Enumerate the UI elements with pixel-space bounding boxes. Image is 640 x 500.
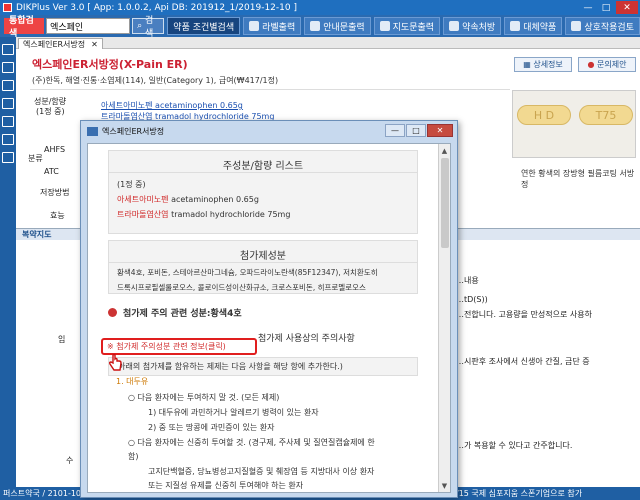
guide-icon — [379, 21, 390, 31]
gear-icon[interactable] — [2, 152, 14, 163]
close-button[interactable]: ✕ — [616, 1, 638, 14]
document-tab-bar: 엑스페인ER서방정 ✕ — [16, 37, 640, 49]
toolbar: 통합검색 ⌕ 검색 약품 조건별검색 라벨출력 안내문출력 지도문출력 약속처방… — [0, 15, 640, 39]
list-line-2: 1) 대두유에 과민하거나 알레르기 병력이 있는 환자 — [148, 408, 319, 417]
notice-icon — [310, 21, 321, 31]
pill-icon — [449, 21, 460, 31]
dialog-title: 엑스페인ER서방정 — [102, 126, 165, 136]
list-line-6: 고지단백혈증, 당뇨병성고지질혈증 및 췌장염 등 지방대사 이상 환자 — [148, 467, 375, 476]
list-line-7: 또는 지질성 유제를 신중히 투여해야 하는 환자 — [148, 481, 304, 490]
notice-print-button[interactable]: 안내문출력 — [304, 17, 371, 35]
status-left: 퍼스트약국 / 2101-10- — [3, 489, 84, 498]
scroll-down-icon[interactable]: ▼ — [439, 480, 450, 491]
drug-title: 엑스페인ER서방정(X-Pain ER) — [32, 58, 188, 71]
ingredient-item-1: 아세트아미노펜 acetaminophen 0.65g — [117, 195, 259, 204]
atc-label: ATC — [44, 167, 59, 176]
ingredient-dialog: 엑스페인ER서방정 — □ ✕ 주성분/함량 리스트 (1정 중) 아세트아미노… — [80, 120, 458, 498]
ingredient-item-2: 트라마돌염산염 tramadol hydrochloride 75mg — [117, 210, 291, 219]
ingredient-count: (1정 중) — [36, 107, 65, 116]
menu-icon[interactable] — [2, 44, 14, 55]
guide-print-button[interactable]: 지도문출력 — [373, 17, 441, 35]
search-button[interactable]: ⌕ 검색 — [132, 16, 165, 39]
bg-text-4: …시판후 조사에서 신생아 간질, 금단 증 — [456, 357, 590, 366]
precaution-description: (아래의 첨가제를 함유하는 제제는 다음 사항을 해당 항에 추가한다.) — [108, 357, 418, 376]
chat-icon: ● — [587, 60, 598, 69]
window-title: DIKPlus Ver 3.0 [ App: 1.0.0.2, Api DB: … — [16, 2, 297, 13]
ingredient-card-title: 주성분/함량 리스트 — [109, 151, 417, 173]
promise-prescription-button[interactable]: 약속처방 — [443, 17, 502, 35]
list-line-4: ○ 다음 환자에는 신중히 투여할 것. (경구제, 주사제 및 질연질캡슐제에… — [128, 438, 375, 447]
tab-close-icon[interactable]: ✕ — [91, 40, 98, 49]
additive-card: 첨가제성분 황색4호, 포비돈, 스테아르산마그네슘, 오파드라이노란색(85F… — [108, 240, 418, 294]
dialog-close-button[interactable]: ✕ — [427, 124, 453, 137]
bg-text-3: …전합니다. 고용량을 만성적으로 사용하 — [456, 310, 592, 319]
additive-line-1: 황색4호, 포비돈, 스테아르산마그네슘, 오파드라이노란색(85F12347)… — [117, 268, 378, 277]
list-line-5: 함) — [128, 452, 139, 461]
ingredient-link-1[interactable]: 아세트아미노펜 acetaminophen 0.65g — [101, 100, 243, 111]
app-icon — [3, 3, 12, 12]
pill-description: 연한 황색의 장방형 필름코팅 서방정 — [521, 169, 635, 189]
precaution-title: 첨가제 사용상의 주의사항 — [258, 334, 355, 344]
label-icon — [249, 21, 260, 31]
class-label: 분류 — [28, 154, 43, 163]
bg-label-1: 임 — [58, 335, 66, 344]
additive-line-2: 드록시프로필셀룰로오스, 콜로이드성이산화규소, 크로스포비돈, 히프로멜로오스 — [117, 283, 366, 292]
condition-search-button[interactable]: 약품 조건별검색 — [167, 17, 241, 35]
search-icon: ⌕ — [137, 21, 145, 31]
guide-section-label[interactable]: 복약지도 — [22, 229, 51, 240]
document-icon[interactable] — [2, 134, 14, 145]
grid-icon: ▦ — [523, 60, 534, 69]
storage-label: 저장방법 — [40, 188, 70, 197]
warning-icon — [108, 308, 117, 317]
pill-image: H D T75 — [512, 90, 636, 158]
monitor-icon[interactable] — [2, 116, 14, 127]
list-line-3: 2) 중 또는 땅콩에 과민증이 있는 환자 — [148, 423, 275, 432]
hand-cursor-icon — [108, 354, 122, 371]
bg-label-2: 수 — [66, 456, 74, 465]
scroll-up-icon[interactable]: ▲ — [439, 145, 450, 156]
scroll-thumb[interactable] — [441, 158, 449, 248]
dialog-maximize-button[interactable]: □ — [406, 124, 426, 137]
alternative-drug-button[interactable]: 대체약품 — [504, 17, 563, 35]
list-heading: 1. 대두유 — [116, 377, 149, 386]
book-icon[interactable] — [2, 80, 14, 91]
integrated-search-tab[interactable]: 통합검색 — [4, 16, 45, 39]
additive-info-link[interactable]: ※ 첨가제 주의성분 관련 정보(클릭) — [101, 338, 257, 355]
list-line-1: ○ 다음 환자에는 투여하지 말 것. (모든 제제) — [128, 393, 280, 402]
drug-subtitle: (주)한독, 해열·진통·소염제(114), 일반(Category 1), 급… — [32, 76, 279, 85]
maximize-button[interactable]: □ — [598, 1, 614, 14]
inquiry-button[interactable]: ● 문의제안 — [578, 57, 636, 72]
interaction-icon — [571, 21, 582, 31]
effect-label: 효능 — [50, 211, 65, 220]
pill-front: H D — [517, 105, 571, 125]
ingredient-card: 주성분/함량 리스트 (1정 중) 아세트아미노펜 acetaminophen … — [108, 150, 418, 234]
swap-icon — [510, 21, 521, 31]
additive-warning: 첨가제 주의 관련 성분:황색4호 — [108, 306, 242, 319]
status-right: /15 국제 심포지움 스폰기업으로 참가 — [456, 489, 583, 498]
bg-text-5: …가 복용할 수 있다고 간주합니다. — [456, 441, 573, 450]
dialog-minimize-button[interactable]: — — [385, 124, 405, 137]
list-icon[interactable] — [2, 98, 14, 109]
home-icon[interactable] — [2, 62, 14, 73]
pill-back: T75 — [579, 105, 633, 125]
dialog-body: 주성분/함량 리스트 (1정 중) 아세트아미노펜 acetaminophen … — [87, 143, 451, 493]
bg-text-1: …내용 — [456, 276, 479, 285]
minimize-button[interactable]: — — [580, 1, 596, 14]
dialog-app-icon — [87, 126, 98, 136]
detail-info-button[interactable]: ▦ 상세정보 — [514, 57, 572, 72]
title-bar: DIKPlus Ver 3.0 [ App: 1.0.0.2, Api DB: … — [0, 0, 640, 15]
ingredient-row — [30, 89, 510, 90]
left-sidebar — [0, 37, 16, 487]
bg-text-2: …tD(S)) — [456, 295, 488, 304]
additive-card-title: 첨가제성분 — [109, 241, 417, 263]
label-print-button[interactable]: 라벨출력 — [243, 17, 302, 35]
ingredient-card-count: (1정 중) — [117, 180, 146, 189]
tab-drug-detail[interactable]: 엑스페인ER서방정 ✕ — [18, 38, 103, 49]
search-input[interactable] — [46, 18, 131, 34]
dialog-scrollbar[interactable]: ▲ ▼ — [438, 144, 450, 492]
interaction-review-button[interactable]: 상호작용검토 — [565, 17, 640, 35]
ahfs-label: AHFS — [44, 145, 66, 154]
